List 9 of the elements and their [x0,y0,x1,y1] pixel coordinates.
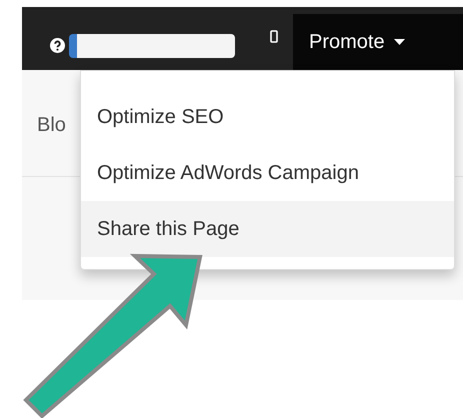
dropdown-item[interactable]: Share this Page [81,201,454,257]
dropdown-item[interactable]: Optimize AdWords Campaign [81,145,454,201]
help-icon[interactable] [50,38,65,53]
tab-label[interactable]: Blo [37,110,66,140]
mobile-phone-icon[interactable] [270,30,278,43]
caret-icon [394,39,405,45]
dropdown-item[interactable]: Optimize SEO [81,89,454,145]
promote-menu-button[interactable]: Promote [293,14,463,70]
search-field[interactable] [69,34,235,58]
